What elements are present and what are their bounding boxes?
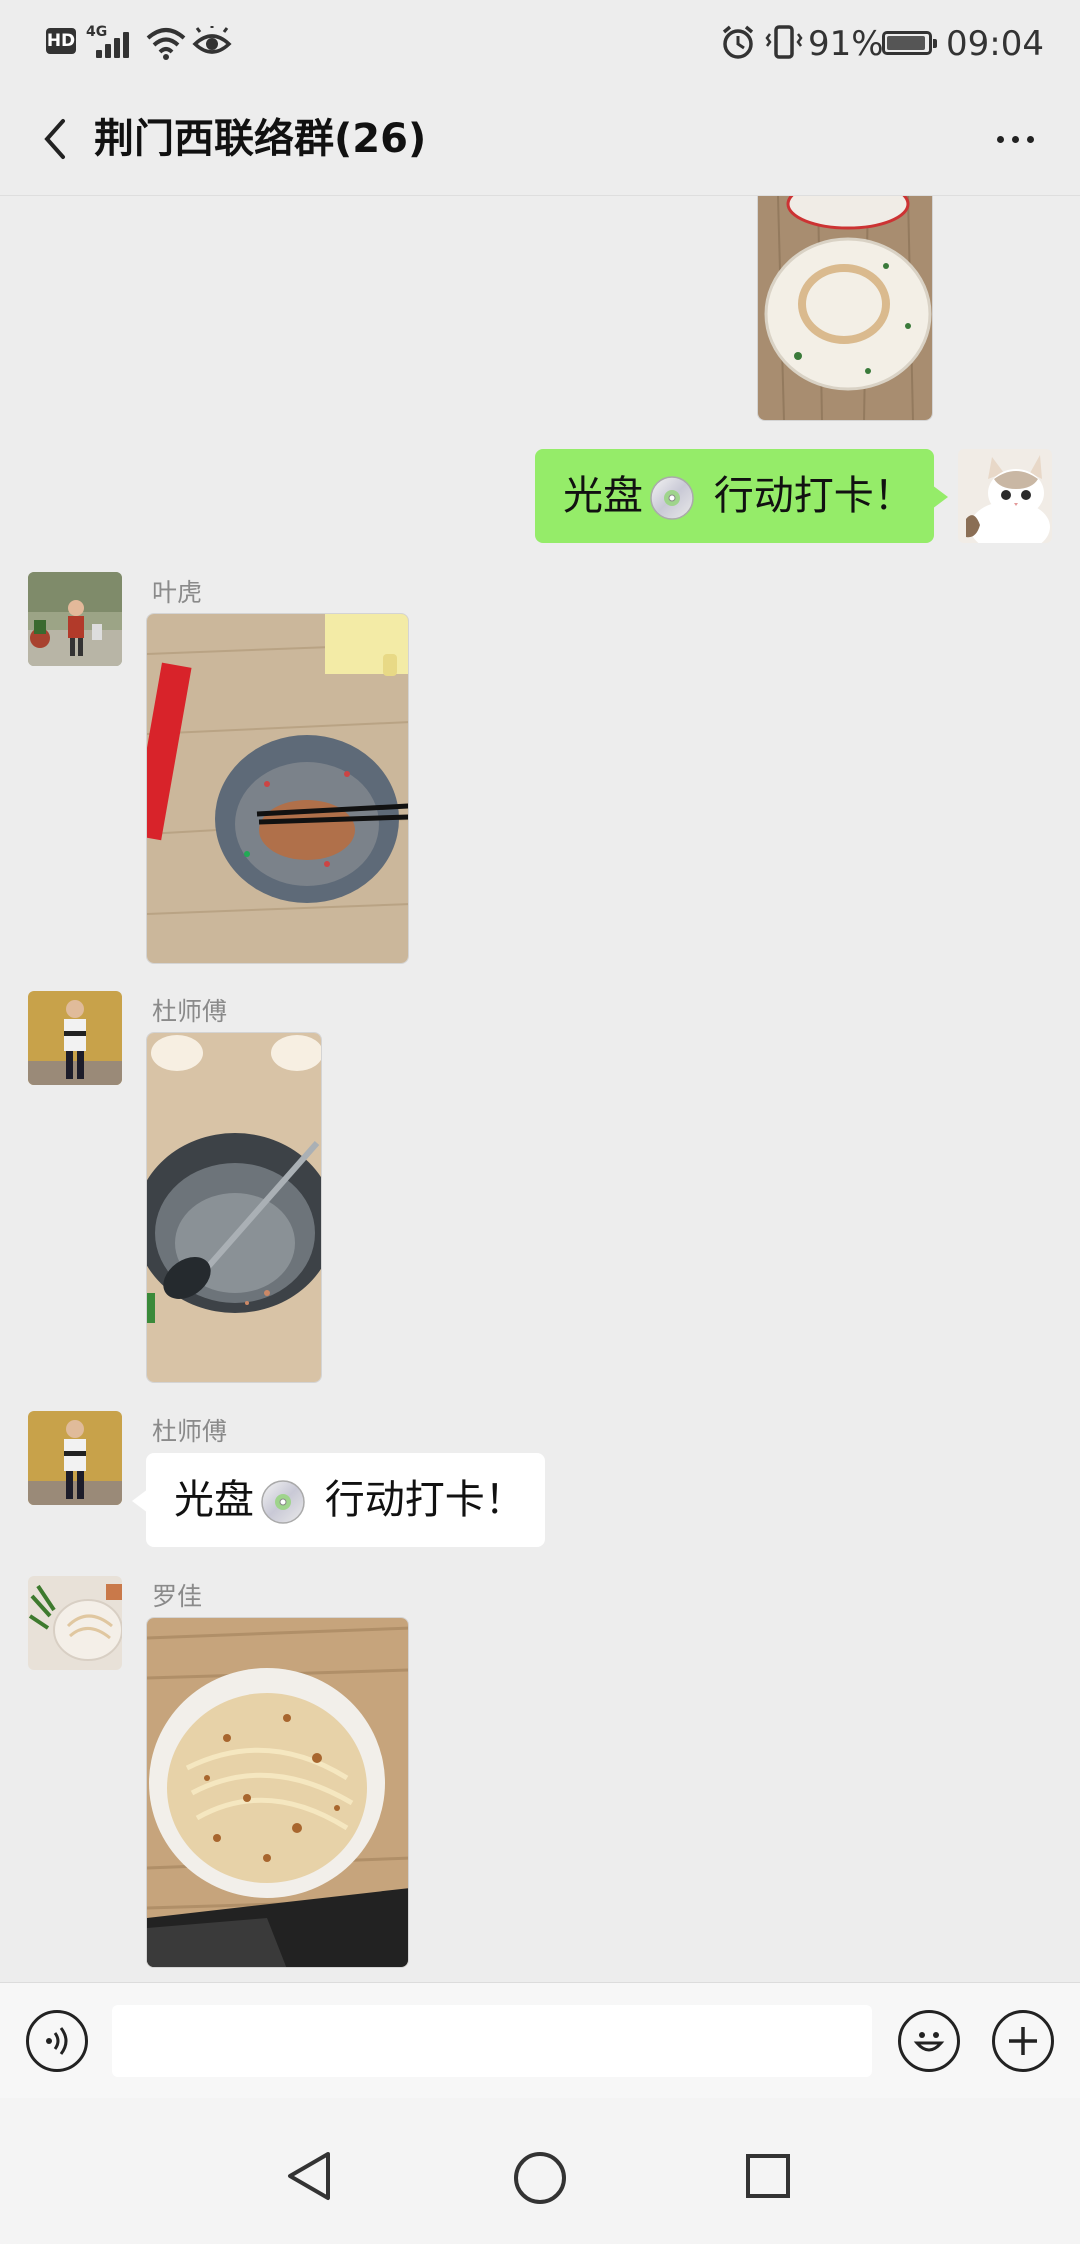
person-avatar-image [28,991,122,1085]
image-message[interactable] [146,1617,409,1968]
food-avatar-image [28,1576,122,1670]
sender-name: 罗佳 [152,1582,203,1611]
emoji-button[interactable] [898,2010,960,2072]
signal-icon [96,30,138,58]
more-button[interactable] [990,114,1040,164]
battery-percent: 91% [808,24,884,64]
ellipsis-icon [996,135,1004,143]
photo-steel-bowl-spoon [147,1033,321,1382]
clock: 09:04 [946,24,1044,64]
emoji-icon [913,2032,945,2052]
sender-avatar[interactable] [28,1411,122,1505]
eye-icon [192,26,232,54]
chat-title[interactable]: 荆门西联络群(26) [94,114,426,164]
message-input[interactable] [112,2005,872,2077]
chevron-left-icon [44,119,65,159]
system-nav-bar [0,2098,1080,2244]
cd-disc-icon [650,476,694,520]
sender-avatar[interactable] [28,1576,122,1670]
sender-avatar[interactable] [28,991,122,1085]
sender-name: 杜师傅 [152,997,228,1026]
message-text-before: 光盘 [563,473,643,519]
image-message[interactable] [146,613,409,964]
voice-icon [46,2027,68,2055]
photo-empty-bowl [758,196,932,420]
triangle-back-icon[interactable] [284,2150,334,2202]
sender-avatar[interactable] [28,572,122,666]
wifi-icon [146,28,186,60]
image-message[interactable] [757,196,933,421]
person-avatar-image [28,572,122,666]
vibrate-icon [765,25,803,59]
voice-button[interactable] [26,2010,88,2072]
sender-name: 杜师傅 [152,1417,228,1446]
square-recent-icon[interactable] [744,2152,792,2200]
alarm-icon [722,25,754,59]
status-bar: HD 4G 91% 09:04 [0,0,1080,84]
battery-icon [882,31,937,55]
more-functions-button[interactable] [992,2010,1054,2072]
message-text-before: 光盘 [174,1477,254,1523]
message-text-after: 行动打卡！ [312,1477,525,1523]
cat-avatar-image [958,449,1052,543]
person-avatar-image [28,1411,122,1505]
plus-icon [1009,2027,1037,2055]
cd-disc-icon [261,1480,305,1524]
message-text-after: 行动打卡！ [701,473,914,519]
chat-header: 荆门西联络群(26) [0,84,1080,196]
my-avatar[interactable] [958,449,1052,543]
my-text-bubble[interactable]: 光盘 行动打卡！ [535,449,948,543]
circle-home-icon[interactable] [512,2150,568,2206]
photo-noodle-bowl [147,1618,408,1967]
sender-name: 叶虎 [152,578,203,607]
text-bubble[interactable]: 光盘 行动打卡！ [132,1453,545,1547]
back-button[interactable] [30,114,80,164]
hd-badge: HD [46,28,76,54]
photo-bowl-chopsticks [147,614,408,963]
message-input-bar [0,1982,1080,2098]
image-message[interactable] [146,1032,322,1383]
